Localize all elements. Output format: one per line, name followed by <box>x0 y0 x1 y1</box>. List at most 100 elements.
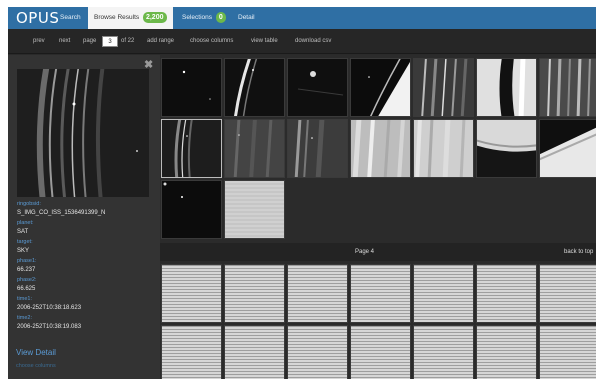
thumbnail-image <box>288 326 347 379</box>
field-value-phase1: 66.237 <box>17 267 36 273</box>
result-count-badge: 2,200 <box>142 11 167 23</box>
thumbnail-image <box>351 326 410 379</box>
thumbnail-image <box>540 59 596 116</box>
selection-count-badge: 0 <box>215 11 226 23</box>
thumbnail[interactable] <box>413 264 474 323</box>
field-label-target: target: <box>17 239 33 245</box>
opus-app: OPUS Search Browse Results 2,200 Selecti… <box>8 7 596 379</box>
thumbnail[interactable] <box>161 180 222 239</box>
thumbnail[interactable] <box>161 325 222 379</box>
thumbnail[interactable] <box>287 264 348 323</box>
thumbnail-image <box>162 120 221 177</box>
thumbnail-image <box>225 326 284 379</box>
thumbnail[interactable] <box>224 119 285 178</box>
tab-browse-results[interactable]: Browse Results 2,200 <box>88 7 173 29</box>
thumbnail-image <box>162 326 221 379</box>
page-divider: Page 4 back to top <box>160 243 596 261</box>
thumbnail[interactable] <box>287 58 348 117</box>
tab-selections[interactable]: Selections 0 <box>176 7 232 29</box>
thumbnail-image <box>477 120 536 177</box>
thumbnail-image <box>351 120 410 177</box>
thumbnail-image <box>351 265 410 322</box>
thumbnail[interactable] <box>224 58 285 117</box>
thumbnail-image <box>225 120 284 177</box>
page-number-input[interactable]: 3 <box>102 36 118 47</box>
thumbnail[interactable] <box>539 58 596 117</box>
detail-choose-columns-link[interactable]: choose columns <box>16 363 56 369</box>
thumbnail-image <box>414 326 473 379</box>
field-value-phase2: 66.625 <box>17 286 36 292</box>
add-range-link[interactable]: add range <box>147 29 174 54</box>
field-label-phase2: phase2: <box>17 277 37 283</box>
thumbnail[interactable] <box>413 119 474 178</box>
field-label-ringobsid: ringobsid: <box>17 201 41 207</box>
thumbnail-image <box>162 59 221 116</box>
tab-search[interactable]: Search <box>54 7 87 29</box>
thumbnail[interactable] <box>476 325 537 379</box>
tab-selections-label: Selections <box>182 14 212 21</box>
thumbnail[interactable] <box>287 119 348 178</box>
app-logo[interactable]: OPUS <box>16 9 59 27</box>
thumbnail[interactable] <box>161 58 222 117</box>
field-label-time1: time1: <box>17 296 32 302</box>
choose-columns-link[interactable]: choose columns <box>190 29 233 54</box>
thumbnail-image <box>162 265 221 322</box>
thumbnail-image <box>351 59 410 116</box>
thumbnail[interactable] <box>287 325 348 379</box>
thumbnail-gallery: Page 4 back to top <box>160 55 596 379</box>
detail-panel: ✖ ringobsid: S_IMG_CO_ISS_1536491399_N p… <box>8 55 160 379</box>
page-count: of 22 <box>121 38 135 44</box>
thumbnail-image <box>540 326 596 379</box>
thumbnail[interactable] <box>413 58 474 117</box>
thumbnail[interactable] <box>413 325 474 379</box>
thumbnail[interactable] <box>350 264 411 323</box>
thumbnail[interactable] <box>350 325 411 379</box>
field-label-phase1: phase1: <box>17 258 37 264</box>
thumbnail[interactable] <box>350 58 411 117</box>
thumbnail-image <box>288 120 347 177</box>
thumbnail-image <box>414 265 473 322</box>
download-csv-link[interactable]: download csv <box>295 29 331 54</box>
thumbnail-image <box>414 120 473 177</box>
field-value-ringobsid: S_IMG_CO_ISS_1536491399_N <box>17 210 106 216</box>
view-table-link[interactable]: view table <box>251 29 278 54</box>
thumbnail-image <box>477 265 536 322</box>
thumbnail-image <box>225 181 284 238</box>
tab-detail-label: Detail <box>238 14 255 21</box>
thumbnail[interactable] <box>476 119 537 178</box>
prev-link[interactable]: prev <box>33 29 45 54</box>
thumbnail[interactable] <box>476 58 537 117</box>
thumbnail-image <box>162 181 221 238</box>
thumbnail-image <box>540 120 596 177</box>
view-detail-link[interactable]: View Detail <box>16 348 56 357</box>
thumbnail[interactable] <box>539 325 596 379</box>
thumbnail-image <box>540 265 596 322</box>
tab-detail[interactable]: Detail <box>232 7 261 29</box>
next-link[interactable]: next <box>59 29 70 54</box>
thumbnail[interactable] <box>224 325 285 379</box>
thumbnail[interactable] <box>539 264 596 323</box>
thumbnail-image <box>288 265 347 322</box>
page-label: page <box>83 38 97 44</box>
thumbnail[interactable] <box>224 264 285 323</box>
field-label-planet: planet: <box>17 220 34 226</box>
detail-preview-image[interactable] <box>17 69 149 197</box>
thumbnail[interactable] <box>476 264 537 323</box>
field-value-time2: 2006-252T10:38:19.083 <box>17 324 82 330</box>
thumbnail-image <box>477 59 536 116</box>
thumbnail-image <box>414 59 473 116</box>
tab-search-label: Search <box>60 14 81 21</box>
back-to-top-link[interactable]: back to top <box>564 243 593 261</box>
thumbnail[interactable] <box>350 119 411 178</box>
ring-image-graphic <box>17 69 149 197</box>
tab-browse-results-label: Browse Results <box>94 14 140 21</box>
thumbnail[interactable] <box>224 180 285 239</box>
thumbnail[interactable] <box>539 119 596 178</box>
thumbnail-selected[interactable] <box>161 119 222 178</box>
results-toolbar: prev next page 3 of 22 add range choose … <box>8 29 596 54</box>
thumbnail[interactable] <box>161 264 222 323</box>
thumbnail-image <box>225 265 284 322</box>
field-value-time1: 2006-252T10:38:18.623 <box>17 305 82 311</box>
field-value-planet: SAT <box>17 229 29 235</box>
thumbnail-image <box>288 59 347 116</box>
